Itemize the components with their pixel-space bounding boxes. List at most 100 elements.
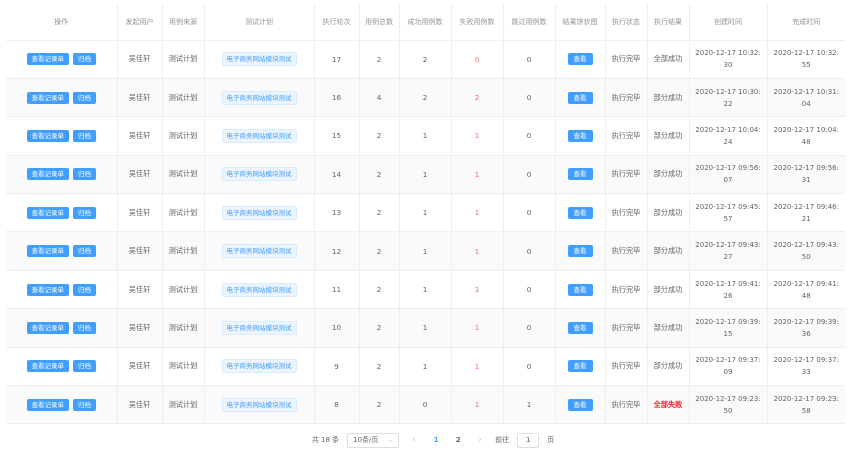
test-execution-table-container: 操作 发起用户 用例来源 测试计划 执行轮次 用例总数 成功用例数 失败用例数 跳过用例数 结果饼… [6, 4, 845, 425]
test-plan-tag[interactable]: 电子商务网站模块测试 [221, 359, 297, 374]
test-plan-tag[interactable]: 电子商务网站模块测试 [221, 167, 297, 182]
column-header: 执行轮次 [313, 4, 359, 41]
view-record-button[interactable]: 查看记录单 [26, 53, 69, 66]
goto-page-input[interactable]: 1 [517, 432, 540, 448]
archive-button[interactable]: 归档 [73, 206, 96, 219]
skipped-count: 0 [502, 78, 555, 118]
row-actions: 查看记录单 归档 [6, 385, 117, 425]
initiator-user: 吴佳轩 [116, 270, 162, 310]
created-time: 2020-12-17 09:56:07 [688, 155, 767, 195]
execution-status: 执行完毕 [604, 155, 647, 195]
archive-button[interactable]: 归档 [73, 398, 96, 411]
execution-round: 8 [313, 385, 359, 425]
finished-time: 2020-12-17 10:32:55 [766, 40, 845, 79]
archive-button[interactable]: 归档 [73, 321, 96, 334]
row-actions: 查看记录单 归档 [6, 347, 117, 387]
created-time: 2020-12-17 09:43:27 [688, 231, 767, 271]
view-record-button[interactable]: 查看记录单 [26, 245, 69, 258]
view-record-button[interactable]: 查看记录单 [26, 91, 69, 104]
column-header: 跳过用例数 [502, 4, 555, 41]
archive-button[interactable]: 归档 [73, 53, 96, 66]
skipped-count: 1 [502, 385, 555, 425]
success-count: 1 [398, 231, 451, 271]
view-record-button[interactable]: 查看记录单 [26, 168, 69, 181]
success-count: 1 [398, 193, 451, 233]
execution-round: 15 [313, 116, 359, 156]
finished-time: 2020-12-17 09:43:50 [766, 231, 845, 271]
test-plan-tag[interactable]: 电子商务网站模块测试 [221, 90, 297, 105]
column-header: 结果饼状图 [554, 4, 605, 41]
row-actions: 查看记录单 归档 [6, 40, 117, 79]
table-header-row: 操作 发起用户 用例来源 测试计划 执行轮次 用例总数 成功用例数 失败用例数 跳过用例数 结果饼… [6, 4, 845, 41]
view-record-button[interactable]: 查看记录单 [26, 129, 69, 142]
view-pie-chart-button[interactable]: 查看 [567, 91, 593, 104]
created-time: 2020-12-17 10:04:24 [688, 116, 767, 156]
view-record-button[interactable]: 查看记录单 [26, 321, 69, 334]
view-pie-chart-button[interactable]: 查看 [567, 245, 593, 258]
initiator-user: 吴佳轩 [116, 193, 162, 233]
archive-button[interactable]: 归档 [73, 129, 96, 142]
view-pie-chart-button[interactable]: 查看 [567, 53, 593, 66]
page-size-select[interactable]: 10条/页 ⌄ [347, 432, 400, 448]
case-total: 2 [358, 308, 399, 348]
execution-status: 执行完毕 [604, 193, 647, 233]
failed-count: 1 [450, 385, 503, 425]
view-pie-chart-button[interactable]: 查看 [567, 283, 593, 296]
initiator-user: 吴佳轩 [116, 40, 162, 79]
view-record-button[interactable]: 查看记录单 [26, 398, 69, 411]
column-header: 失败用例数 [450, 4, 503, 41]
case-source: 测试计划 [161, 270, 204, 310]
archive-button[interactable]: 归档 [73, 283, 96, 296]
case-total: 2 [358, 40, 399, 79]
test-plan-tag[interactable]: 电子商务网站模块测试 [221, 244, 297, 259]
pie-chart-cell: 查看 [554, 347, 605, 387]
table-row: 查看记录单 归档 吴佳轩 测试计划 电子商务网站模块测试 16 4 2 2 0 查看 执行完毕 部分成功… [6, 78, 845, 118]
page-2-button[interactable]: 2 [451, 436, 465, 444]
view-record-button[interactable]: 查看记录单 [26, 206, 69, 219]
next-page-button[interactable]: › [473, 435, 487, 445]
archive-button[interactable]: 归档 [73, 168, 96, 181]
prev-page-button[interactable]: ‹ [407, 435, 421, 445]
view-pie-chart-button[interactable]: 查看 [567, 321, 593, 334]
view-pie-chart-button[interactable]: 查看 [567, 129, 593, 142]
test-plan-tag[interactable]: 电子商务网站模块测试 [221, 205, 297, 220]
test-plan-tag[interactable]: 电子商务网站模块测试 [221, 128, 297, 143]
view-pie-chart-button[interactable]: 查看 [567, 398, 593, 411]
test-execution-table: 操作 发起用户 用例来源 测试计划 执行轮次 用例总数 成功用例数 失败用例数 跳过用例数 结果饼… [6, 4, 845, 425]
skipped-count: 0 [502, 308, 555, 348]
test-plan-tag[interactable]: 电子商务网站模块测试 [221, 52, 297, 67]
success-count: 2 [398, 40, 451, 79]
archive-button[interactable]: 归档 [73, 360, 96, 373]
row-actions: 查看记录单 归档 [6, 155, 117, 195]
pie-chart-cell: 查看 [554, 193, 605, 233]
view-record-button[interactable]: 查看记录单 [26, 360, 69, 373]
view-pie-chart-button[interactable]: 查看 [567, 206, 593, 219]
execution-result: 全部失败 [646, 385, 689, 425]
execution-round: 10 [313, 308, 359, 348]
initiator-user: 吴佳轩 [116, 385, 162, 425]
column-header: 发起用户 [116, 4, 162, 41]
execution-result: 全部成功 [646, 40, 689, 79]
finished-time: 2020-12-17 09:23:58 [766, 385, 845, 425]
column-header: 执行状态 [604, 4, 647, 41]
view-pie-chart-button[interactable]: 查看 [567, 168, 593, 181]
page-1-button[interactable]: 1 [429, 436, 443, 444]
case-source: 测试计划 [161, 385, 204, 425]
test-plan-cell: 电子商务网站模块测试 [203, 385, 314, 425]
created-time: 2020-12-17 09:41:26 [688, 270, 767, 310]
test-plan-tag[interactable]: 电子商务网站模块测试 [221, 282, 297, 297]
view-record-button[interactable]: 查看记录单 [26, 283, 69, 296]
row-actions: 查看记录单 归档 [6, 270, 117, 310]
row-actions: 查看记录单 归档 [6, 308, 117, 348]
test-plan-tag[interactable]: 电子商务网站模块测试 [221, 320, 297, 335]
failed-count: 1 [450, 308, 503, 348]
failed-count: 2 [450, 78, 503, 118]
case-total: 2 [358, 116, 399, 156]
row-actions: 查看记录单 归档 [6, 78, 117, 118]
case-source: 测试计划 [161, 40, 204, 79]
view-pie-chart-button[interactable]: 查看 [567, 360, 593, 373]
test-plan-tag[interactable]: 电子商务网站模块测试 [221, 397, 297, 412]
archive-button[interactable]: 归档 [73, 245, 96, 258]
archive-button[interactable]: 归档 [73, 91, 96, 104]
execution-result: 部分成功 [646, 116, 689, 156]
